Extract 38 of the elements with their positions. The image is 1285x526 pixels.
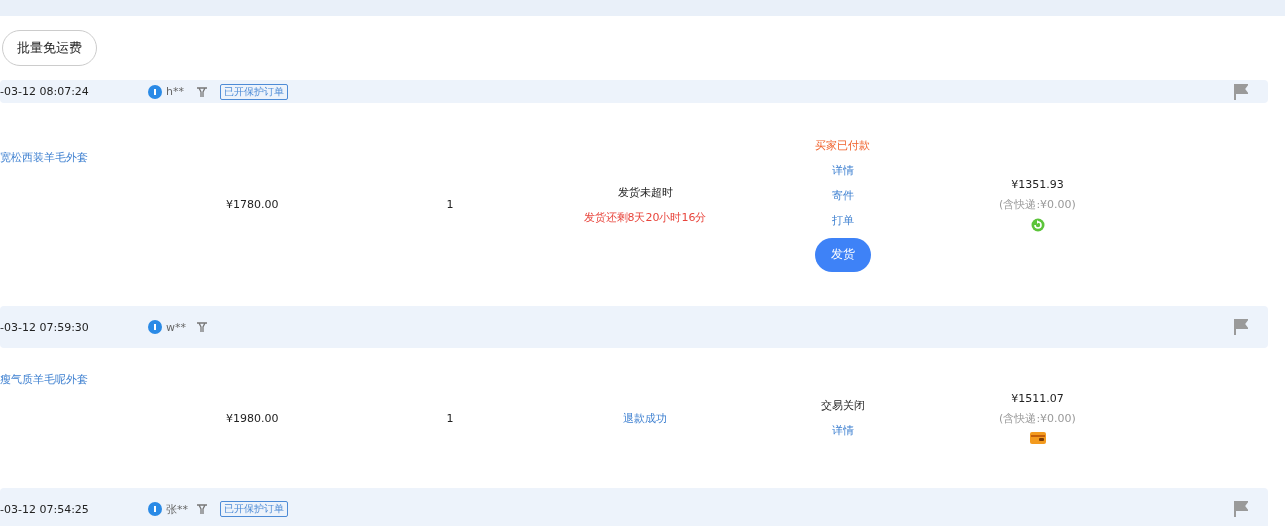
refund-status-link[interactable]: 退款成功 [623,410,667,426]
chat-icon[interactable] [148,320,162,334]
chat-icon[interactable] [148,84,162,99]
order-total: ¥1351.93 [1011,177,1064,191]
chat-icon[interactable] [148,502,162,516]
filter-icon[interactable] [196,503,208,515]
buyer-name: h** [166,85,185,98]
buyer-name: 张** [166,501,189,517]
action-link[interactable]: 寄件 [831,187,854,203]
flag-icon[interactable] [1234,83,1248,100]
flag-icon[interactable] [1234,319,1248,335]
order-time: -03-12 07:54:25 [0,502,90,516]
shipping-fee: (含快递:¥0.00) [999,196,1076,212]
action-link[interactable]: 打单 [831,212,854,228]
shipping-deadline: 发货还剩8天20小时16分 [583,209,707,225]
order-time: -03-12 08:07:24 [0,85,90,98]
product-title-link[interactable]: 宽松西装羊毛外套 [0,150,210,165]
shipping-fee: (含快递:¥0.00) [999,411,1076,426]
flag-icon[interactable] [1234,501,1248,517]
product-title-link[interactable]: 瘦气质羊毛呢外套 [0,372,210,387]
order-tag: 已开保护订单 [220,501,288,517]
quantity: 1 [446,411,454,425]
unit-price: ¥1980.00 [226,411,280,425]
unit-price: ¥1780.00 [226,198,280,211]
shipping-status: 发货未超时 [617,184,673,200]
batch-free-shipping-button[interactable]: 批量免运费 [2,30,97,66]
order-time: -03-12 07:59:30 [0,320,90,334]
trade-state: 交易关闭 [820,398,865,413]
buyer-name: w** [166,320,187,334]
action-link[interactable]: 详情 [831,423,854,438]
ship-button[interactable]: 发货 [814,237,871,272]
trade-state: 买家已付款 [815,137,870,153]
filter-icon[interactable] [196,321,208,333]
filter-icon[interactable] [196,85,208,98]
order-tag: 已开保护订单 [220,83,288,100]
action-link[interactable]: 详情 [831,162,854,178]
order-total: ¥1511.07 [1011,392,1064,405]
quantity: 1 [446,198,454,211]
